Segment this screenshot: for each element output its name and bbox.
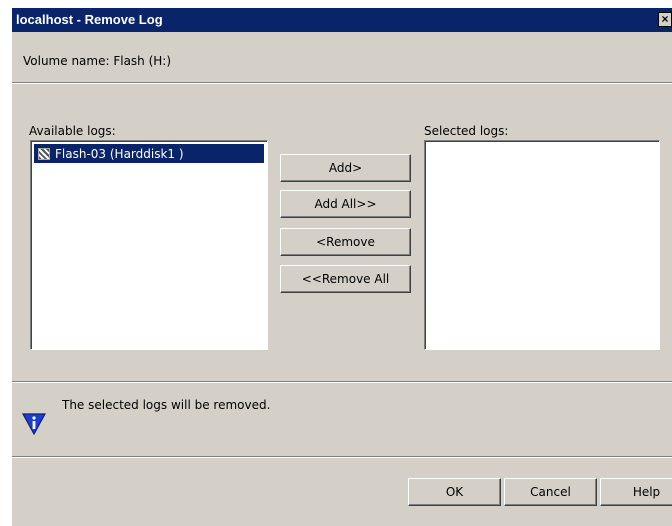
remove-all-button-label: <<Remove All <box>301 272 390 286</box>
available-logs-list[interactable]: Flash-03 (Harddisk1 ) <box>30 140 268 350</box>
selected-logs-list[interactable] <box>424 140 660 350</box>
close-button[interactable]: × <box>658 12 672 27</box>
ok-button[interactable]: OK <box>408 478 501 506</box>
remove-button-label: <Remove <box>316 235 375 249</box>
list-item-label: Flash-03 (Harddisk1 ) <box>55 146 184 161</box>
add-all-button-label: Add All>> <box>314 197 377 211</box>
list-item[interactable]: Flash-03 (Harddisk1 ) <box>34 144 264 163</box>
info-message: The selected logs will be removed. <box>62 398 271 412</box>
title-bar: localhost - Remove Log × <box>12 8 672 32</box>
top-divider <box>12 82 672 84</box>
add-button-label: Add> <box>328 161 363 175</box>
ok-button-label: OK <box>445 485 464 499</box>
window-title: localhost - Remove Log <box>16 12 163 27</box>
remove-button[interactable]: <Remove <box>280 228 411 256</box>
available-logs-label: Available logs: <box>29 124 116 138</box>
add-all-button[interactable]: Add All>> <box>280 190 411 218</box>
cancel-button-label: Cancel <box>530 485 571 499</box>
disk-icon <box>38 147 50 160</box>
info-icon <box>22 413 46 435</box>
bottom-divider <box>12 456 672 458</box>
selected-logs-label: Selected logs: <box>424 124 509 138</box>
help-button-label: Help <box>632 485 661 499</box>
volume-name-label: Volume name: Flash (H:) <box>23 54 172 68</box>
remove-log-dialog: localhost - Remove Log × Volume name: Fl… <box>12 8 672 526</box>
cancel-button[interactable]: Cancel <box>504 478 597 506</box>
middle-divider <box>12 381 672 383</box>
remove-all-button[interactable]: <<Remove All <box>280 265 411 293</box>
add-button[interactable]: Add> <box>280 154 411 182</box>
help-button[interactable]: Help <box>600 478 672 506</box>
